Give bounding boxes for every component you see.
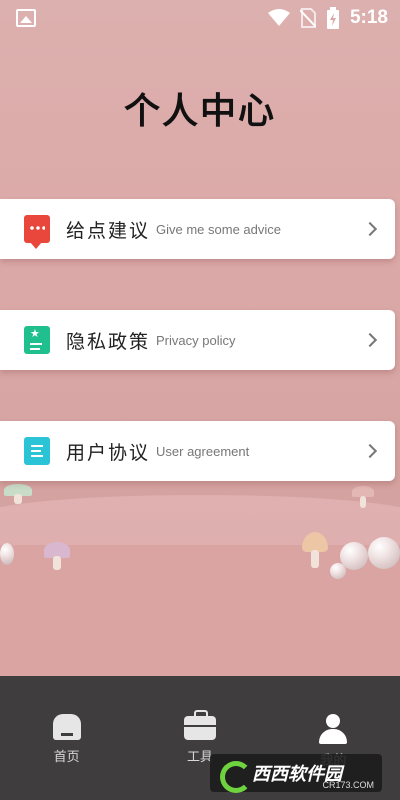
menu-item-sublabel: Privacy policy xyxy=(156,332,236,348)
toolbox-icon xyxy=(183,710,216,740)
watermark-logo: 西西软件园 CR173.COM xyxy=(210,754,382,793)
menu-item-sublabel: Give me some advice xyxy=(156,221,282,237)
mushroom-decoration xyxy=(352,486,374,508)
home-icon xyxy=(52,714,81,740)
agreement-icon xyxy=(24,437,50,465)
mushroom-decoration xyxy=(302,532,328,568)
mushroom-decoration xyxy=(4,484,32,504)
chevron-right-icon xyxy=(362,332,378,348)
privacy-icon: ★ xyxy=(24,326,50,354)
pearl-decoration xyxy=(330,563,346,579)
menu-item-sublabel: User agreement xyxy=(156,443,250,459)
pearl-decoration xyxy=(368,537,400,569)
battery-charging-icon xyxy=(326,7,339,29)
menu-item-user-agreement[interactable]: 用户协议 User agreement xyxy=(0,421,395,481)
tab-home[interactable]: 首页 xyxy=(0,676,133,800)
pearl-decoration xyxy=(0,543,14,565)
status-time: 5:18 xyxy=(349,7,388,28)
watermark-icon xyxy=(218,759,252,793)
menu-item-label: 隐私政策 xyxy=(66,330,151,353)
menu-item-advice[interactable]: 给点建议 Give me some advice xyxy=(0,199,395,259)
mushroom-decoration xyxy=(44,542,70,570)
status-bar: 5:18 xyxy=(0,0,400,36)
chevron-right-icon xyxy=(362,443,378,459)
chevron-right-icon xyxy=(362,221,378,237)
image-notification-icon xyxy=(16,9,36,27)
menu-item-label: 用户协议 xyxy=(66,441,151,464)
page-title: 个人中心 xyxy=(123,91,276,132)
menu-item-label: 给点建议 xyxy=(66,219,151,242)
wifi-icon xyxy=(267,9,290,26)
watermark-site: CR173.COM xyxy=(322,780,374,790)
tab-label: 首页 xyxy=(53,750,80,765)
advice-icon xyxy=(24,215,50,249)
menu-item-privacy-policy[interactable]: ★ 隐私政策 Privacy policy xyxy=(0,310,395,370)
user-icon xyxy=(317,714,349,744)
no-sim-icon xyxy=(299,8,316,28)
